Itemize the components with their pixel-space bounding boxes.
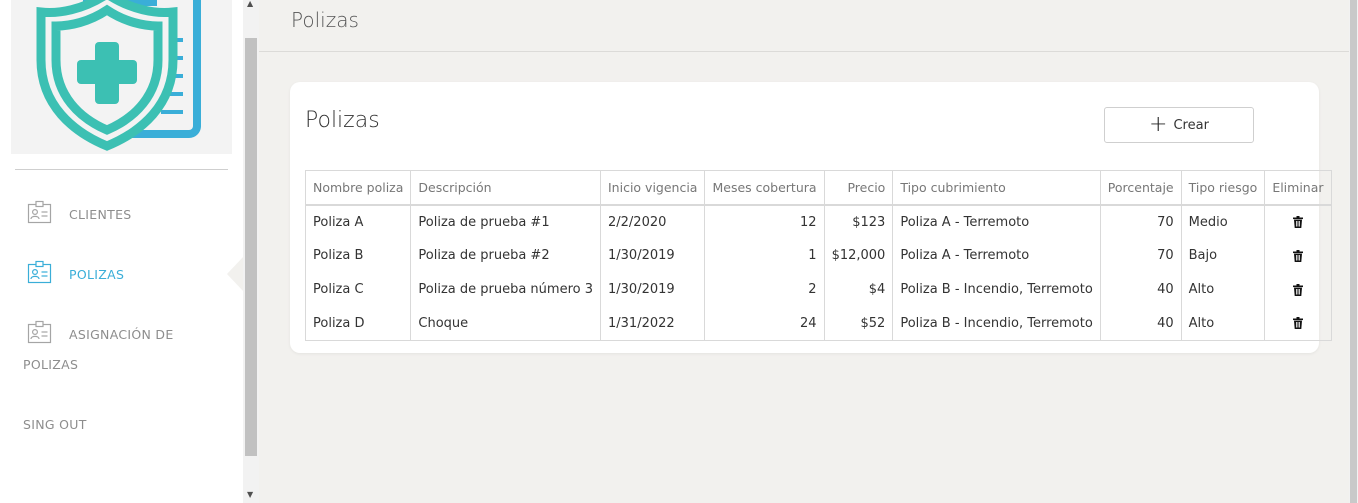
cell-inicio: 2/2/2020 xyxy=(599,204,706,239)
sidebar-item-label: POLIZAS xyxy=(23,357,79,372)
page-scrollbar[interactable] xyxy=(1349,0,1358,503)
cell-riesgo: Alto xyxy=(1180,272,1266,307)
table-row[interactable]: Poliza A Poliza de prueba #1 2/2/2020 12… xyxy=(304,204,1332,239)
cell-tipo: Poliza B - Incendio, Terremoto xyxy=(892,306,1101,341)
trash-icon[interactable] xyxy=(1292,317,1303,330)
column-header[interactable]: Eliminar xyxy=(1264,170,1332,206)
sidebar-item-clientes[interactable]: CLIENTES xyxy=(0,200,243,260)
column-header[interactable]: Tipo cubrimiento xyxy=(892,170,1101,206)
cell-riesgo: Bajo xyxy=(1180,238,1266,273)
active-indicator-arrow xyxy=(227,256,244,292)
sidebar-item-label: POLIZAS xyxy=(69,267,125,282)
cell-riesgo: Medio xyxy=(1180,204,1266,239)
cell-nombre: Poliza C xyxy=(304,272,412,307)
cell-meses: 1 xyxy=(704,238,825,273)
app-logo xyxy=(11,0,232,154)
create-button-label: Crear xyxy=(1173,117,1209,133)
cell-tipo: Poliza A - Terremoto xyxy=(892,238,1101,273)
scrollbar-thumb[interactable] xyxy=(1350,0,1357,503)
scrollbar-thumb[interactable] xyxy=(245,38,257,456)
sidebar-scrollbar[interactable]: ▲ ▼ xyxy=(243,0,259,503)
scroll-up-arrow-icon[interactable]: ▲ xyxy=(247,0,253,8)
page-header: Polizas xyxy=(259,0,1349,52)
cell-porcentaje: 40 xyxy=(1099,306,1182,341)
cell-nombre: Poliza B xyxy=(304,238,412,273)
cell-descripcion: Poliza de prueba #2 xyxy=(410,238,601,273)
sidebar-item-polizas[interactable]: POLIZAS xyxy=(0,260,243,320)
delete-cell xyxy=(1264,272,1332,307)
card-title: Polizas xyxy=(305,108,380,133)
cell-precio: $12,000 xyxy=(823,238,894,273)
trash-icon[interactable] xyxy=(1292,249,1303,262)
column-header[interactable]: Meses cobertura xyxy=(704,170,825,206)
cell-porcentaje: 40 xyxy=(1099,272,1182,307)
sign-out-link[interactable]: SING OUT xyxy=(23,417,87,432)
sidebar-divider xyxy=(15,169,228,170)
cell-tipo: Poliza A - Terremoto xyxy=(892,204,1101,239)
delete-cell xyxy=(1264,238,1332,273)
delete-cell xyxy=(1264,204,1332,239)
polizas-card: Polizas + Crear Nombre poliza Descripció… xyxy=(290,82,1332,353)
create-button[interactable]: + Crear xyxy=(1104,107,1254,143)
table-header-row: Nombre poliza Descripción Inicio vigenci… xyxy=(304,170,1332,206)
id-card-icon xyxy=(27,200,52,224)
plus-icon: + xyxy=(1149,112,1168,137)
page-title: Polizas xyxy=(291,8,359,32)
cell-descripcion: Choque xyxy=(410,306,601,341)
table-row[interactable]: Poliza D Choque 1/31/2022 24 $52 Poliza … xyxy=(304,306,1332,341)
sidebar-item-label: CLIENTES xyxy=(69,207,132,222)
trash-icon[interactable] xyxy=(1292,283,1303,296)
cell-inicio: 1/31/2022 xyxy=(599,306,706,341)
cell-riesgo: Alto xyxy=(1180,306,1266,341)
cell-nombre: Poliza A xyxy=(304,204,412,239)
cell-inicio: 1/30/2019 xyxy=(599,238,706,273)
trash-icon[interactable] xyxy=(1292,216,1303,228)
column-header[interactable]: Descripción xyxy=(410,170,601,206)
column-header[interactable]: Porcentaje xyxy=(1099,170,1182,206)
column-header[interactable]: Tipo riesgo xyxy=(1180,170,1266,206)
sidebar-item-asignacion-polizas[interactable]: ASIGNACIÓN DE POLIZAS xyxy=(0,320,243,380)
table-row[interactable]: Poliza C Poliza de prueba número 3 1/30/… xyxy=(304,272,1332,307)
sidebar: CLIENTES POLIZAS ASIGNACIÓN DE POLIZAS S… xyxy=(0,0,244,503)
shield-medical-logo-icon xyxy=(36,0,201,151)
id-card-icon xyxy=(27,320,52,344)
cell-meses: 12 xyxy=(704,204,825,239)
table-row[interactable]: Poliza B Poliza de prueba #2 1/30/2019 1… xyxy=(304,238,1332,273)
cell-tipo: Poliza B - Incendio, Terremoto xyxy=(892,272,1101,307)
cell-nombre: Poliza D xyxy=(304,306,412,341)
cell-descripcion: Poliza de prueba #1 xyxy=(410,204,601,239)
cell-precio: $4 xyxy=(823,272,894,307)
cell-meses: 24 xyxy=(704,306,825,341)
id-card-icon xyxy=(27,260,52,284)
column-header[interactable]: Nombre poliza xyxy=(304,170,412,206)
cell-meses: 2 xyxy=(704,272,825,307)
column-header[interactable]: Precio xyxy=(823,170,894,206)
cell-inicio: 1/30/2019 xyxy=(599,272,706,307)
scroll-down-arrow-icon[interactable]: ▼ xyxy=(247,491,253,499)
cell-descripcion: Poliza de prueba número 3 xyxy=(410,272,601,307)
cell-precio: $123 xyxy=(823,204,894,239)
cell-porcentaje: 70 xyxy=(1099,238,1182,273)
delete-cell xyxy=(1264,306,1332,341)
cell-porcentaje: 70 xyxy=(1099,204,1182,239)
column-header[interactable]: Inicio vigencia xyxy=(599,170,706,206)
cell-precio: $52 xyxy=(823,306,894,341)
sidebar-item-label: ASIGNACIÓN DE xyxy=(69,327,174,342)
polizas-table: Nombre poliza Descripción Inicio vigenci… xyxy=(304,170,1332,341)
